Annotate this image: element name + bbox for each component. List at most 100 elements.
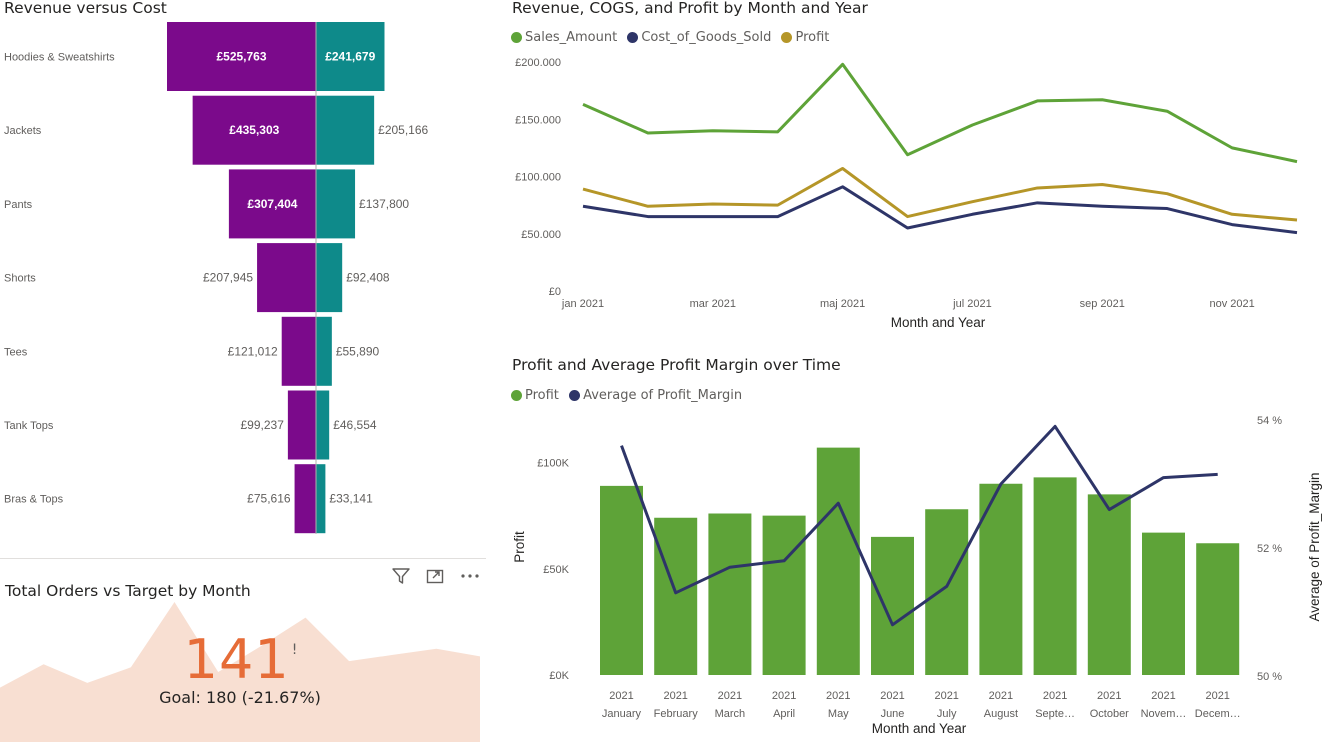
profit-bar[interactable] [816, 447, 860, 675]
y-tick-label: £50.000 [521, 229, 561, 241]
x-tick-year-label: 2021 [609, 690, 633, 702]
funnel-cost-data-label: £92,408 [346, 271, 390, 285]
profit-bar[interactable] [1142, 532, 1185, 675]
x-tick-year-label: 2021 [934, 690, 958, 702]
funnel-revenue-bar[interactable] [294, 464, 316, 534]
y-axis-title: Profit [512, 531, 527, 563]
funnel-revenue-data-label: £435,303 [229, 123, 279, 137]
funnel-cost-data-label: £46,554 [333, 418, 377, 432]
x-tick-label: July [937, 708, 957, 720]
funnel-cost-data-label: £137,800 [359, 197, 409, 211]
line-chart[interactable]: £0 £50.000 £100.000 £150.000 £200.000 jan 202… [500, 0, 1324, 340]
x-tick-label: August [984, 708, 1018, 720]
kpi-number: 141 [183, 628, 290, 691]
line-series-profit[interactable] [582, 166, 1298, 222]
funnel-revenue-bar[interactable] [257, 243, 316, 313]
x-tick-year-label: 2021 [1205, 690, 1229, 702]
funnel-revenue-data-label: £75,616 [247, 492, 291, 506]
y-tick-label: £100.000 [515, 172, 561, 184]
x-tick-label: April [773, 708, 795, 720]
funnel-revenue-bar[interactable] [287, 390, 316, 460]
x-tick-label: June [881, 708, 905, 720]
y-tick-label: £150.000 [515, 114, 561, 126]
y-tick-label: £0 [549, 286, 561, 298]
funnel-revenue-data-label: £99,237 [240, 418, 284, 432]
funnel-cost-bar[interactable] [316, 390, 330, 460]
filter-icon[interactable] [389, 564, 413, 588]
funnel-cost-bar[interactable] [316, 95, 375, 165]
x-axis-title: Month and Year [891, 315, 986, 330]
kpi-title: Total Orders vs Target by Month [5, 582, 251, 600]
funnel-cost-data-label: £33,141 [329, 492, 373, 506]
x-tick-label: February [654, 708, 699, 720]
x-tick-label: Decem… [1195, 708, 1241, 720]
line-series-sales-amount[interactable] [582, 62, 1298, 164]
funnel-category-label: Jackets [4, 125, 42, 137]
profit-bar[interactable] [600, 485, 643, 675]
x-tick-year-label: 2021 [1097, 690, 1121, 702]
funnel-category-label: Hoodies & Sweatshirts [4, 52, 115, 64]
funnel-visual[interactable]: Revenue versus Cost Hoodies & Sweatshirt… [0, 0, 486, 558]
kpi-visual[interactable]: Total Orders vs Target by Month 141! Goa… [0, 560, 486, 742]
x-tick-label: nov 2021 [1209, 298, 1254, 310]
funnel-category-label: Bras & Tops [4, 494, 64, 506]
more-options-icon[interactable] [458, 564, 482, 588]
funnel-category-label: Tank Tops [4, 420, 54, 432]
combo-chart-visual[interactable]: Profit and Average Profit Margin over Ti… [500, 352, 1324, 742]
y-tick-label: £200.000 [515, 57, 561, 69]
x-tick-label: jul 2021 [952, 298, 992, 310]
x-tick-label: maj 2021 [820, 298, 865, 310]
funnel-revenue-bar[interactable] [281, 316, 316, 386]
x-tick-label: Septe… [1035, 708, 1075, 720]
profit-bar[interactable] [708, 513, 752, 676]
profit-bar[interactable] [654, 517, 698, 675]
funnel-cost-bar[interactable] [316, 243, 343, 313]
x-tick-label: January [602, 708, 642, 720]
x-tick-year-label: 2021 [663, 690, 687, 702]
funnel-category-label: Pants [4, 199, 33, 211]
x-tick-year-label: 2021 [772, 690, 796, 702]
y-tick-label: £50K [543, 564, 569, 576]
profit-bar[interactable] [925, 509, 969, 675]
x-tick-year-label: 2021 [1043, 690, 1067, 702]
panel-divider-horizontal [0, 558, 486, 559]
y-tick-label: £0K [549, 670, 569, 682]
x-tick-label: sep 2021 [1080, 298, 1125, 310]
funnel-revenue-data-label: £525,763 [216, 50, 266, 64]
x-tick-label: jan 2021 [561, 298, 604, 310]
x-tick-year-label: 2021 [880, 690, 904, 702]
funnel-revenue-data-label: £307,404 [247, 197, 297, 211]
y2-tick-label: 54 % [1257, 415, 1282, 427]
profit-bar[interactable] [762, 515, 806, 675]
kpi-value: 141! [0, 628, 480, 691]
funnel-cost-bar[interactable] [316, 464, 326, 534]
x-tick-label: March [715, 708, 746, 720]
kpi-goal: Goal: 180 (-21.67%) [159, 688, 321, 707]
profit-bar[interactable] [1087, 494, 1131, 675]
x-tick-year-label: 2021 [989, 690, 1013, 702]
line-chart-visual[interactable]: Revenue, COGS, and Profit by Month and Y… [500, 0, 1324, 340]
funnel-revenue-data-label: £121,012 [228, 344, 278, 358]
funnel-revenue-data-label: £207,945 [203, 271, 253, 285]
funnel-cost-bar[interactable] [316, 169, 356, 239]
funnel-cost-data-label: £241,679 [325, 50, 375, 64]
profit-bar[interactable] [1033, 477, 1077, 675]
profit-bar[interactable] [1196, 543, 1240, 675]
x-tick-year-label: 2021 [826, 690, 850, 702]
focus-mode-icon[interactable] [423, 564, 447, 588]
x-tick-year-label: 2021 [718, 690, 742, 702]
funnel-cost-data-label: £205,166 [378, 123, 428, 137]
funnel-category-label: Tees [4, 346, 28, 358]
funnel-chart[interactable]: Hoodies & Sweatshirts £525,763 £241,679 Jac… [0, 0, 486, 558]
funnel-cost-bar[interactable] [316, 316, 332, 386]
x-tick-year-label: 2021 [1151, 690, 1175, 702]
y2-tick-label: 52 % [1257, 543, 1282, 555]
x-tick-label: October [1090, 708, 1129, 720]
y-tick-label: £100K [537, 458, 569, 470]
combo-chart[interactable]: £0K £50K £100K 50 % 52 % 54 % Profit Average of… [500, 352, 1324, 742]
y2-axis-title: Average of Profit_Margin [1307, 472, 1322, 621]
x-tick-label: mar 2021 [690, 298, 736, 310]
funnel-category-label: Shorts [4, 273, 36, 285]
profit-bar[interactable] [871, 536, 914, 675]
x-tick-label: Novem… [1141, 708, 1187, 720]
